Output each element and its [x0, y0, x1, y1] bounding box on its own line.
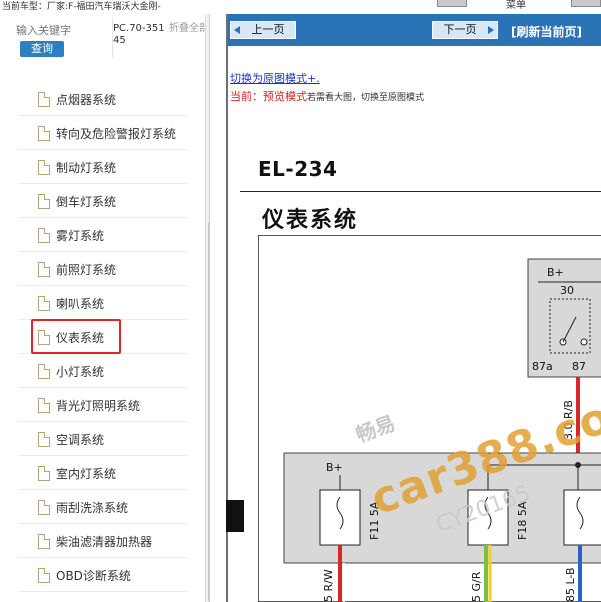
status-prefix: 当前：	[230, 90, 263, 103]
relay-contact	[580, 338, 588, 346]
tree-item-partial[interactable]	[18, 592, 188, 602]
next-page-button[interactable]: 下一页	[432, 21, 498, 39]
document-icon	[38, 160, 50, 175]
tree-item[interactable]: 雾灯系统	[18, 218, 188, 252]
scrollbar-thumb[interactable]	[208, 222, 209, 602]
page-edge-marker	[226, 500, 244, 532]
page-code: EL-234	[258, 157, 338, 181]
status-hint: 若需看大图，切换至原图模式	[307, 93, 425, 103]
wire-label-c: 85 L-B	[564, 567, 577, 602]
top-tab-right[interactable]	[571, 0, 601, 7]
tree-item[interactable]: 背光灯照明系统	[18, 388, 188, 422]
prev-page-button[interactable]: 上一页	[230, 21, 296, 39]
switch-original-mode-link[interactable]: 切换为原图模式+.	[230, 70, 320, 86]
tree-item-label: 喇叭系统	[56, 297, 105, 311]
document-icon	[38, 398, 50, 413]
fuse-1	[319, 489, 361, 546]
tree-item[interactable]: 转向及危险警报灯系统	[18, 116, 188, 150]
tree-item[interactable]: 雨刮洗涤系统	[18, 490, 188, 524]
tree-item-label: 柴油滤清器加热器	[56, 535, 153, 549]
fuse-1-label: F11 5A	[368, 501, 381, 540]
tree-item-label: 雨刮洗涤系统	[56, 501, 129, 515]
page-title: 仪表系统	[262, 208, 359, 233]
refresh-page-link[interactable]: [刷新当前页]	[511, 23, 582, 40]
tree-item-label: OBD诊断系统	[56, 569, 131, 583]
wiring-diagram-svg: B+ 30 87a 87 3.0 R/B B+ F11 5A F18 5A 5 …	[257, 234, 601, 602]
document-icon	[38, 432, 50, 447]
document-icon	[38, 92, 50, 107]
document-icon	[38, 194, 50, 209]
fuse-2-label: F18 5A	[516, 501, 529, 540]
selection-highlight-box	[31, 319, 121, 354]
document-icon	[38, 262, 50, 277]
document-viewer: 上一页 下一页 [刷新当前页] 切换为原图模式+. 当前：预览模式若需看大图，切…	[226, 14, 601, 602]
tree-item[interactable]: 制动灯系统	[18, 150, 188, 184]
tree-item-label: 室内灯系统	[56, 467, 117, 481]
tree-item[interactable]: 柴油滤清器加热器	[18, 524, 188, 558]
document-icon	[38, 126, 50, 141]
prev-page-label: 上一页	[251, 23, 285, 36]
fuse-2	[467, 489, 509, 546]
relay-pin-87: 87	[572, 360, 586, 373]
tree-item-label: 空调系统	[56, 433, 105, 447]
document-icon	[38, 296, 50, 311]
tree-item-label: 雾灯系统	[56, 229, 105, 243]
status-mode: 预览模式	[263, 90, 307, 103]
tree-item[interactable]: 小灯系统	[18, 354, 188, 388]
menu-label[interactable]: 菜单	[506, 0, 526, 11]
next-page-label: 下一页	[443, 23, 477, 36]
arrow-right-icon	[488, 26, 494, 34]
tree-item-label: 制动灯系统	[56, 161, 117, 175]
tree-item-label: 点烟器系统	[56, 93, 117, 107]
document-icon	[38, 466, 50, 481]
wire-label-a: 5 R/W	[322, 569, 335, 602]
arrow-left-icon	[234, 26, 240, 34]
tree-item[interactable]: OBD诊断系统	[18, 558, 188, 592]
wire-label-upper: 3.0 R/B	[562, 400, 575, 440]
tree-item-label: 背光灯照明系统	[56, 399, 141, 413]
pc-code: PC.70-35145	[113, 23, 165, 46]
page-divider	[240, 191, 601, 192]
tree-item[interactable]: 空调系统	[18, 422, 188, 456]
document-icon	[38, 364, 50, 379]
tree-item-label: 转向及危险警报灯系统	[56, 127, 177, 141]
tree-item-label: 前照灯系统	[56, 263, 117, 277]
relay-pin-30: 30	[560, 284, 574, 297]
bus-label: B+	[326, 461, 343, 474]
viewer-toolbar: 上一页 下一页 [刷新当前页]	[228, 14, 601, 46]
wire-label-b: 5 G/R	[470, 571, 483, 602]
wiring-diagram: B+ 30 87a 87 3.0 R/B B+ F11 5A F18 5A 5 …	[257, 234, 601, 602]
relay-pin-87a: 87a	[532, 360, 553, 373]
document-icon	[38, 534, 50, 549]
tree-item-label: 倒车灯系统	[56, 195, 117, 209]
document-icon	[38, 500, 50, 515]
document-icon	[38, 228, 50, 243]
tree-item-partial[interactable]	[18, 64, 188, 76]
document-icon	[38, 568, 50, 583]
search-input[interactable]	[16, 22, 112, 38]
sidebar: 查询 PC.70-35145 折叠全部 点烟器系统 转向及危险警报灯系统 制动灯…	[0, 14, 210, 602]
search-button[interactable]: 查询	[20, 41, 64, 57]
view-mode-status: 当前：预览模式若需看大图，切换至原图模式	[230, 88, 424, 104]
tree-item-label: 小灯系统	[56, 365, 105, 379]
tree-item[interactable]: 前照灯系统	[18, 252, 188, 286]
tree-item[interactable]: 点烟器系统	[18, 82, 188, 116]
tree-item[interactable]: 倒车灯系统	[18, 184, 188, 218]
tree-item[interactable]: 喇叭系统	[18, 286, 188, 320]
manual-page: EL-234 仪表系统 B+ 30 87a 87 3.0 R/B B+ F11 …	[240, 149, 601, 602]
collapse-all-button[interactable]: 折叠全部	[169, 23, 209, 35]
search-area: 查询 PC.70-35145 折叠全部	[0, 14, 209, 62]
top-tab-left[interactable]	[437, 0, 467, 7]
sidebar-scrollbar[interactable]	[205, 14, 209, 602]
tree-item[interactable]: 室内灯系统	[18, 456, 188, 490]
relay-top-label: B+	[547, 266, 564, 279]
current-vehicle-text: 当前车型：厂家:F-福田汽车瑞沃大金刚-	[2, 2, 161, 12]
